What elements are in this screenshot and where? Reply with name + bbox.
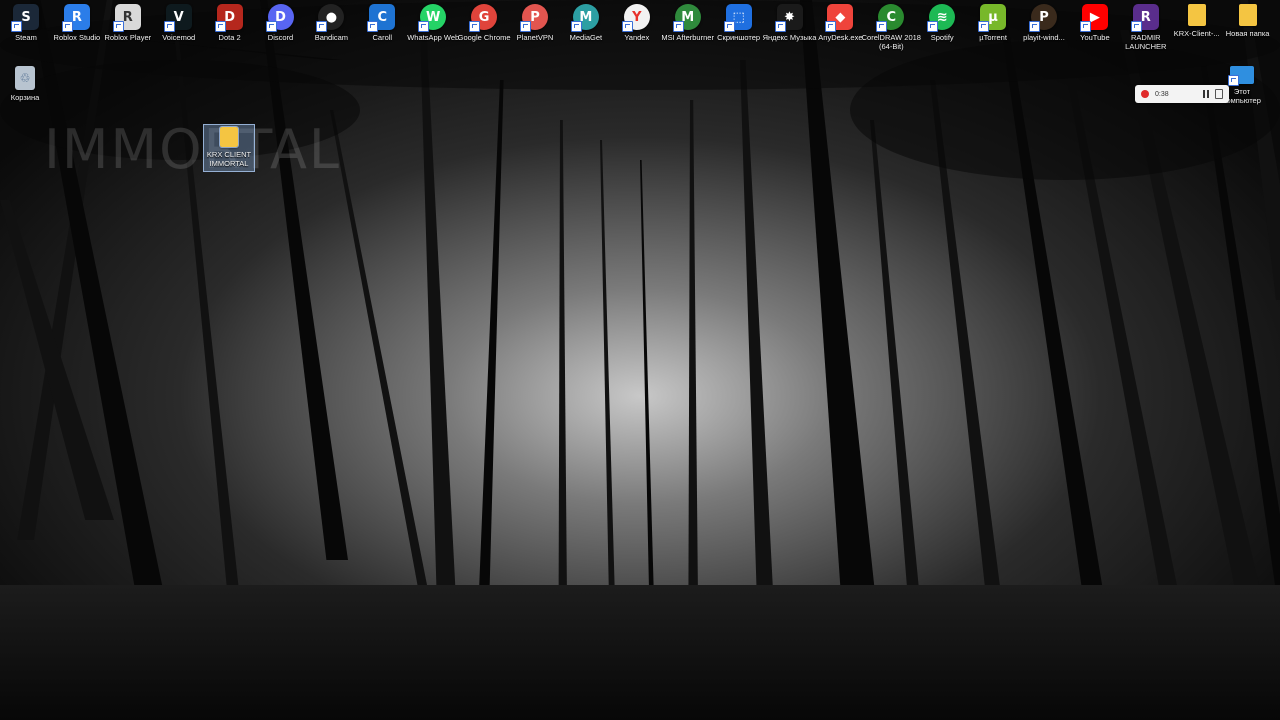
shortcut-arrow-icon: [723, 21, 735, 32]
dota2-icon: D: [214, 4, 243, 32]
folder-icon: [1238, 4, 1257, 26]
desktop-icon-planetvpn[interactable]: P PlanetVPN: [511, 4, 559, 42]
discord-icon: D: [265, 4, 294, 32]
playit-icon: P: [1029, 4, 1057, 32]
coreldraw-icon: C: [876, 4, 905, 32]
desktop-icon-steam[interactable]: S Steam: [2, 4, 50, 42]
desktop-icon-bandicam[interactable]: ● Bandicam: [307, 4, 355, 42]
mediaget-icon: M: [570, 4, 599, 32]
recycle-bin[interactable]: ♲ Корзина: [1, 66, 49, 102]
shortcut-arrow-icon: [367, 21, 379, 32]
shortcut-arrow-icon: [825, 21, 837, 32]
yandex-icon: Y: [621, 4, 650, 32]
bandicam-icon: ●: [316, 4, 345, 32]
msi-afterburner-icon: M: [672, 4, 701, 32]
whatsapp-icon: W: [418, 4, 447, 32]
desktop-icon-chrome[interactable]: G Google Chrome: [458, 4, 511, 42]
desktop-icon-roblox-player[interactable]: R Roblox Player: [104, 4, 152, 42]
desktop-icon-anydesk[interactable]: ◆ AnyDesk.exe: [816, 4, 864, 42]
pause-icon[interactable]: [1203, 90, 1209, 98]
folder-icon: [219, 126, 239, 148]
desktop-icon-discord[interactable]: D Discord: [257, 4, 305, 42]
shortcut-arrow-icon: [672, 21, 684, 32]
desktop-icon-whatsapp[interactable]: W WhatsApp Web: [407, 4, 459, 42]
shortcut-arrow-icon: [520, 21, 531, 32]
shortcut-arrow-icon: [214, 21, 226, 32]
screenshoter-icon: ⬚: [723, 4, 752, 32]
shortcut-arrow-icon: [1029, 21, 1040, 32]
forest-wallpaper: [0, 0, 1280, 720]
computer-icon: [1228, 66, 1254, 86]
canopy: [850, 40, 1280, 180]
recording-time: 0:38: [1155, 90, 1169, 98]
shortcut-arrow-icon: [316, 21, 328, 32]
youtube-icon: ▶: [1079, 4, 1108, 32]
record-dot-icon[interactable]: [1141, 90, 1149, 98]
desktop-icon-voicemod[interactable]: V Voicemod: [155, 4, 203, 42]
radmir-launcher-icon: R: [1130, 4, 1159, 32]
voicemod-icon: V: [163, 4, 192, 32]
desktop-icon-caroll[interactable]: C Caroll: [358, 4, 406, 42]
desktop-icon-radmir-launcher[interactable]: R RADMIR LAUNCHER: [1122, 4, 1170, 51]
planetvpn-icon: P: [520, 4, 548, 32]
stop-icon[interactable]: [1215, 89, 1223, 99]
desktop-icon-folder-23[interactable]: KRX-Client-...: [1173, 4, 1221, 38]
shortcut-arrow-icon: [469, 21, 481, 32]
shortcut-arrow-icon: [570, 21, 582, 32]
roblox-player-icon: R: [112, 4, 141, 32]
shortcut-arrow-icon: [876, 21, 888, 32]
desktop-icon-playit[interactable]: Pplayit-wind...: [1020, 4, 1068, 42]
recycle-bin-label: Корзина: [10, 93, 40, 102]
shortcut-arrow-icon: [163, 21, 175, 32]
dragged-folder-label: KRX CLIENT IMMORTAL: [206, 150, 252, 168]
chrome-icon: G: [469, 4, 498, 32]
recycle-bin-icon: ♲: [15, 66, 35, 90]
recording-widget[interactable]: 0:38: [1135, 85, 1229, 103]
shortcut-arrow-icon: [774, 21, 786, 32]
desktop-icon-screenshoter[interactable]: ⬚ Скриншотер: [715, 4, 763, 42]
shortcut-arrow-icon: [11, 21, 22, 32]
desktop-icon-mediaget[interactable]: M MediaGet: [562, 4, 610, 42]
desktop-icon-youtube[interactable]: ▶ YouTube: [1071, 4, 1119, 42]
shortcut-arrow-icon: [418, 21, 430, 32]
utorrent-icon: µ: [978, 4, 1007, 32]
immortal-watermark: IMMORTAL: [44, 118, 342, 181]
shortcut-arrow-icon: [112, 21, 124, 32]
shortcut-arrow-icon: [61, 21, 73, 32]
shortcut-arrow-icon: [1130, 21, 1142, 32]
caroll-icon: C: [367, 4, 396, 32]
desktop-icon-folder-24[interactable]: Новая папка: [1224, 4, 1272, 38]
desktop-icon-roblox-studio[interactable]: R Roblox Studio: [53, 4, 101, 42]
shortcut-arrow-icon: [927, 21, 939, 32]
shortcut-arrow-icon: [978, 21, 990, 32]
yandex-music-icon: ✸: [774, 4, 803, 32]
steam-icon: S: [11, 4, 39, 32]
shortcut-arrow-icon: [621, 21, 633, 32]
folder-icon: [1187, 4, 1206, 26]
shortcut-arrow-icon: [1079, 21, 1091, 32]
roblox-studio-icon: R: [61, 4, 90, 32]
desktop[interactable]: IMMORTAL S Steam R Roblox Studio R Roblox Pla…: [0, 0, 1280, 720]
desktop-icon-coreldraw[interactable]: C CorelDRAW 2018 (64-Bit): [862, 4, 921, 51]
desktop-icon-dota2[interactable]: D Dota 2: [206, 4, 254, 42]
desktop-icon-spotify[interactable]: ≋ Spotify: [918, 4, 966, 42]
dragged-folder-krx-client[interactable]: KRX CLIENT IMMORTAL: [203, 124, 255, 172]
desktop-icon-utorrent[interactable]: µ µTorrent: [969, 4, 1017, 42]
desktop-icon-label: Новая папка: [1225, 29, 1270, 38]
desktop-icon-yandex[interactable]: Y Yandex: [613, 4, 661, 42]
anydesk-icon: ◆: [825, 4, 854, 32]
desktop-icon-yandex-music[interactable]: ✸ Яндекс Музыка: [763, 4, 816, 42]
shortcut-arrow-icon: [265, 21, 277, 32]
spotify-icon: ≋: [927, 4, 956, 32]
desktop-icon-msi-afterburner[interactable]: M MSI Afterburner: [661, 4, 714, 42]
